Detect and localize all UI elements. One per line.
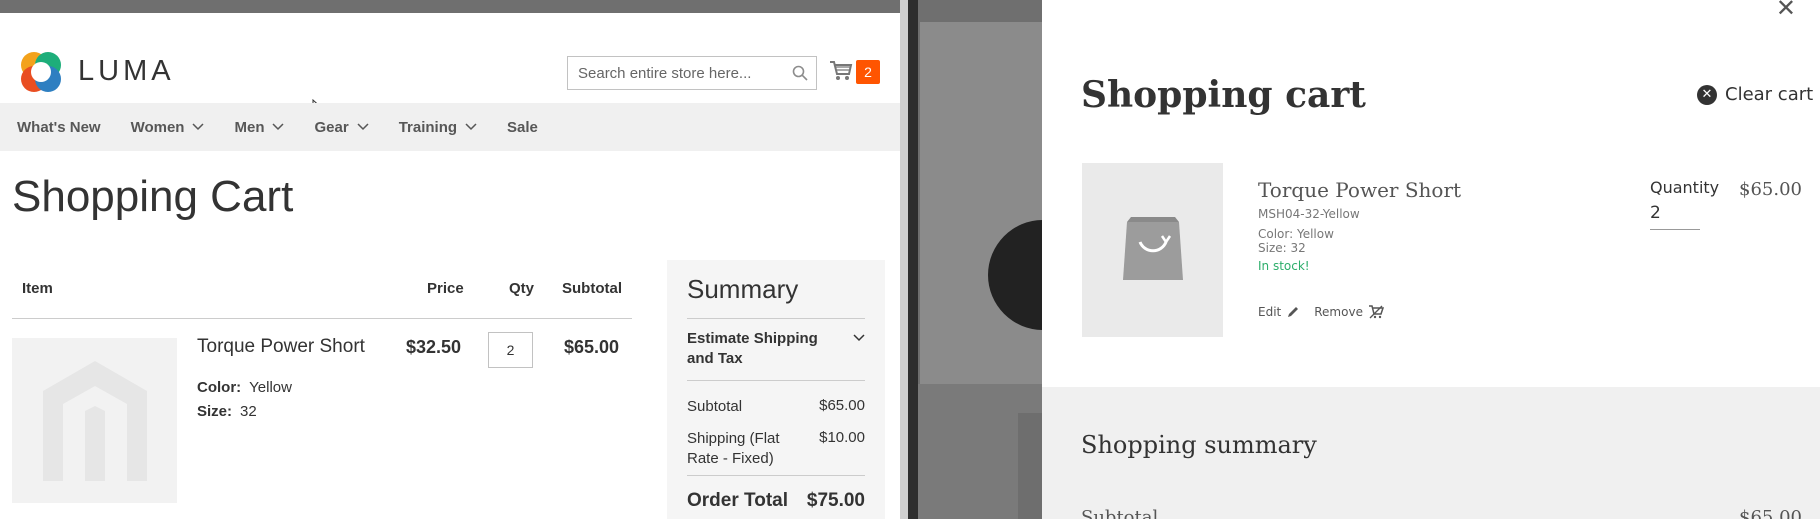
cart-drawer: ✕ Shopping cart ✕ Clear cart Torque Powe…: [1042, 0, 1820, 519]
window-divider-dark: [908, 0, 918, 519]
nav-item-men[interactable]: Men: [234, 118, 285, 136]
remove-label: Remove: [1314, 305, 1363, 319]
drawer-item-actions: Edit Remove: [1258, 305, 1398, 319]
edit-label: Edit: [1258, 305, 1282, 319]
summary-shipping-row: Shipping (Flat Rate - Fixed) $10.00: [687, 429, 865, 469]
nav-label: Training: [398, 118, 458, 136]
drawer-product-color: Color: Yellow: [1258, 227, 1334, 241]
estimate-shipping-toggle[interactable]: Estimate Shipping and Tax: [687, 329, 827, 369]
nav-label: What's New: [17, 118, 101, 136]
brand-name: LUMA: [78, 55, 175, 87]
luma-logo-icon[interactable]: [17, 48, 65, 96]
nav-item-training[interactable]: Training: [399, 119, 477, 136]
product-name-link[interactable]: Torque Power Short: [197, 336, 365, 358]
product-option-size: Size: 32: [197, 403, 257, 420]
close-icon[interactable]: ✕: [1776, 0, 1796, 22]
nav-item-women[interactable]: Women: [131, 119, 205, 136]
store-window: LUMA Search entire store here... 2 What'…: [0, 0, 900, 519]
remove-button[interactable]: Remove: [1314, 305, 1384, 319]
drawer-product-thumbnail[interactable]: [1082, 163, 1223, 337]
clear-cart-label: Clear cart: [1725, 84, 1814, 105]
nav-item-gear[interactable]: Gear: [314, 118, 369, 136]
product-thumbnail[interactable]: [12, 338, 177, 503]
summary-title: Summary: [687, 274, 799, 304]
column-header-subtotal: Subtotal: [562, 280, 622, 297]
image-lower-strip: [1018, 413, 1042, 519]
summary-subtotal-value: $65.00: [819, 397, 865, 414]
option-value: Yellow: [249, 379, 292, 396]
column-header-price: Price: [427, 280, 464, 297]
remove-cart-icon: [1368, 305, 1384, 319]
shopping-summary-subtotal-value: $65.00: [1739, 507, 1802, 519]
column-header-qty: Qty: [509, 280, 535, 297]
search-placeholder: Search entire store here...: [578, 65, 752, 82]
item-price: $32.50: [406, 337, 462, 357]
nav-label: Gear: [314, 118, 349, 136]
clear-icon: ✕: [1697, 84, 1717, 105]
summary-divider: [687, 318, 865, 319]
drawer-product-name[interactable]: Torque Power Short: [1258, 178, 1461, 202]
cart-icon[interactable]: [829, 60, 853, 82]
search-input[interactable]: Search entire store here...: [567, 56, 817, 90]
summary-shipping-label: Shipping (Flat Rate - Fixed): [687, 430, 780, 467]
page-title: Shopping Cart: [12, 172, 294, 221]
nav-label: Sale: [507, 118, 538, 136]
drawer-product-sku: MSH04-32-Yellow: [1258, 207, 1360, 221]
option-label: Color:: [197, 379, 242, 396]
chevron-down-icon: [272, 123, 285, 131]
product-option-color: Color: Yellow: [197, 379, 292, 396]
chevron-down-icon: [192, 123, 205, 131]
edit-button[interactable]: Edit: [1258, 305, 1300, 319]
nav-item-sale[interactable]: Sale: [507, 119, 538, 136]
shopping-summary-subtotal-label: Subtotal: [1081, 507, 1159, 519]
chevron-down-icon: [465, 123, 477, 131]
clear-cart-button[interactable]: ✕ Clear cart: [1697, 84, 1813, 105]
cart-count-badge[interactable]: 2: [856, 60, 880, 84]
drawer-title: Shopping cart: [1081, 74, 1366, 116]
nav-label: Men: [234, 118, 265, 136]
background-product-image: [918, 0, 1042, 519]
search-icon[interactable]: [792, 65, 808, 81]
summary-divider: [687, 380, 865, 381]
pencil-icon: [1288, 307, 1299, 317]
option-value: 32: [240, 403, 257, 420]
order-total-value: $75.00: [806, 490, 865, 511]
summary-divider: [687, 475, 865, 476]
shopping-bag-icon: [1122, 217, 1183, 280]
stock-status: In stock!: [1258, 259, 1310, 273]
table-divider: [12, 318, 632, 319]
drawer-item-price: $65.00: [1739, 179, 1802, 200]
cart-summary: Summary Estimate Shipping and Tax Subtot…: [667, 260, 885, 519]
summary-order-total: Order Total $75.00: [687, 490, 865, 512]
column-header-item: Item: [22, 280, 53, 297]
item-subtotal: $65.00: [564, 337, 620, 357]
main-navigation: What's New Women Men Gear Training Sale: [0, 103, 900, 151]
summary-shipping-value: $10.00: [819, 429, 865, 446]
chevron-down-icon[interactable]: [853, 334, 865, 342]
window-divider[interactable]: [900, 0, 908, 519]
summary-subtotal-row: Subtotal $65.00: [687, 397, 865, 417]
nav-item-whats-new[interactable]: What's New: [17, 119, 101, 136]
chevron-down-icon: [357, 123, 369, 131]
window-top-bar: [0, 0, 900, 13]
order-total-label: Order Total: [687, 490, 788, 511]
quantity-input[interactable]: 2: [488, 332, 533, 368]
quantity-label: Quantity: [1650, 178, 1720, 197]
nav-label: Women: [130, 118, 185, 136]
store-header: LUMA Search entire store here... 2: [0, 13, 900, 119]
drawer-product-size: Size: 32: [1258, 241, 1306, 255]
shopping-summary-title: Shopping summary: [1081, 431, 1317, 459]
drawer-quantity-input[interactable]: 2: [1650, 203, 1700, 230]
image-backdrop: [920, 22, 1042, 384]
option-label: Size:: [197, 403, 233, 420]
magento-placeholder-icon: [42, 360, 147, 481]
summary-subtotal-label: Subtotal: [687, 398, 743, 415]
